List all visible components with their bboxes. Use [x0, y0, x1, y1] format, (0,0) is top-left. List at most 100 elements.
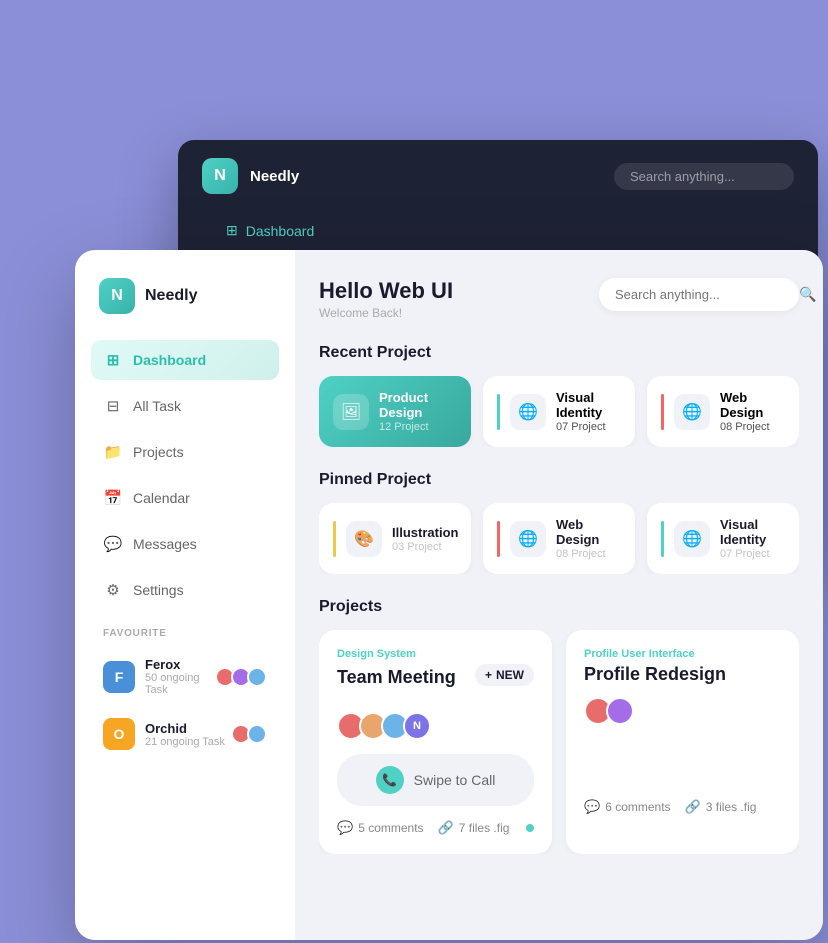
product-design-count: 12 Project: [379, 421, 457, 433]
pinned-web-design-info: Web Design 08 Project: [556, 517, 621, 560]
pr-files-stat: 🔗 3 files .fig: [685, 799, 757, 815]
comments-count: 5 comments: [358, 821, 423, 835]
pr-comment-icon: 💬: [584, 799, 600, 815]
nav-label-alltask: All Task: [133, 398, 181, 414]
brand-name: Needly: [145, 287, 197, 305]
team-meeting-title: Team Meeting: [337, 667, 456, 688]
sidebar-item-dashboard[interactable]: ⊞ Dashboard: [91, 340, 279, 380]
pr-avatar-2: [606, 697, 634, 725]
pr-files-count: 3 files .fig: [706, 800, 757, 814]
web-design-icon: 🌐: [674, 394, 710, 430]
sidebar-logo: N Needly: [91, 278, 279, 314]
product-design-icon: 🖼: [333, 394, 369, 430]
swipe-to-call[interactable]: 📞 Swipe to Call: [337, 754, 534, 806]
recent-projects-title: Recent Project: [319, 344, 799, 362]
ferox-team-avatars: [219, 667, 267, 687]
illustration-accent: [333, 521, 336, 557]
bg-search: Search anything...: [614, 163, 794, 190]
sidebar-item-messages[interactable]: 💬 Messages: [91, 524, 279, 564]
search-icon: 🔍: [799, 286, 816, 303]
profile-redesign-footer: 💬 6 comments 🔗 3 files .fig: [584, 799, 781, 815]
orchid-name: Orchid: [145, 721, 225, 736]
pr-comments-count: 6 comments: [605, 800, 670, 814]
projects-grid: Design System Team Meeting + NEW N 📞: [319, 630, 799, 854]
visual-identity-name: Visual Identity: [556, 390, 621, 420]
illustration-icon: 🎨: [346, 521, 382, 557]
project-card-product-design[interactable]: 🖼 Product Design 12 Project: [319, 376, 471, 447]
ferox-name: Ferox: [145, 657, 209, 672]
page-subtitle: Welcome Back!: [319, 306, 453, 320]
pinned-web-design[interactable]: 🌐 Web Design 08 Project: [483, 503, 635, 574]
plus-icon: +: [485, 668, 492, 682]
pinned-web-design-accent: [497, 521, 500, 557]
profile-redesign-card[interactable]: Profile User Interface Profile Redesign …: [566, 630, 799, 854]
pinned-visual-identity-accent: [661, 521, 664, 557]
pr-file-icon: 🔗: [685, 799, 701, 815]
search-input[interactable]: [615, 287, 791, 302]
visual-identity-accent: [497, 394, 500, 430]
sidebar-item-alltask[interactable]: ⊟ All Task: [91, 386, 279, 426]
orchid-avatar: O: [103, 718, 135, 750]
web-design-count: 08 Project: [720, 421, 785, 433]
header-text: Hello Web UI Welcome Back!: [319, 278, 453, 320]
settings-icon: ⚙: [103, 580, 123, 600]
profile-redesign-category: Profile User Interface: [584, 648, 781, 660]
pinned-visual-identity-info: Visual Identity 07 Project: [720, 517, 785, 560]
web-design-name: Web Design: [720, 390, 785, 420]
nav-label-dashboard: Dashboard: [133, 352, 206, 368]
illustration-name: Illustration: [392, 525, 457, 540]
orchid-info: Orchid 21 ongoing Task: [145, 721, 225, 748]
bg-logo: N: [202, 158, 238, 194]
new-button[interactable]: + NEW: [475, 664, 534, 686]
orchid-team-avatars: [235, 724, 267, 744]
product-design-name: Product Design: [379, 390, 457, 420]
visual-identity-icon: 🌐: [510, 394, 546, 430]
swipe-call-text: Swipe to Call: [414, 772, 496, 788]
project-card-visual-identity[interactable]: 🌐 Visual Identity 07 Project: [483, 376, 635, 447]
projects-icon: 📁: [103, 442, 123, 462]
nav-label-messages: Messages: [133, 536, 197, 552]
favourite-orchid[interactable]: O Orchid 21 ongoing Task: [91, 710, 279, 758]
nav-label-settings: Settings: [133, 582, 184, 598]
pinned-visual-identity[interactable]: 🌐 Visual Identity 07 Project: [647, 503, 799, 574]
profile-redesign-avatars: [584, 697, 781, 725]
pinned-illustration[interactable]: 🎨 Illustration 03 Project: [319, 503, 471, 574]
project-card-web-design[interactable]: 🌐 Web Design 08 Project: [647, 376, 799, 447]
comment-icon: 💬: [337, 820, 353, 836]
sidebar-item-settings[interactable]: ⚙ Settings: [91, 570, 279, 610]
team-avatar: [247, 667, 267, 687]
pinned-visual-identity-icon: 🌐: [674, 521, 710, 557]
main-header: Hello Web UI Welcome Back! 🔍: [319, 278, 799, 320]
logo-icon: N: [99, 278, 135, 314]
section-label-favourite: FAVOURITE: [91, 616, 279, 643]
call-icon: 📞: [376, 766, 404, 794]
web-design-info: Web Design 08 Project: [720, 390, 785, 433]
pr-comments-stat: 💬 6 comments: [584, 799, 671, 815]
team-meeting-card[interactable]: Design System Team Meeting + NEW N 📞: [319, 630, 552, 854]
sidebar-item-projects[interactable]: 📁 Projects: [91, 432, 279, 472]
illustration-count: 03 Project: [392, 541, 457, 553]
main-content: Hello Web UI Welcome Back! 🔍 Recent Proj…: [295, 250, 823, 940]
ferox-avatar: F: [103, 661, 135, 693]
pinned-projects-list: 🎨 Illustration 03 Project 🌐 Web Design 0…: [319, 503, 799, 574]
calendar-icon: 📅: [103, 488, 123, 508]
visual-identity-info: Visual Identity 07 Project: [556, 390, 621, 433]
search-bar[interactable]: 🔍: [599, 278, 799, 311]
files-stat: 🔗 7 files .fig: [438, 820, 510, 836]
comments-stat: 💬 5 comments: [337, 820, 424, 836]
team-avatar: [247, 724, 267, 744]
visual-identity-count: 07 Project: [556, 421, 621, 433]
file-icon: 🔗: [438, 820, 454, 836]
bg-nav-dashboard: ⊞ Dashboard: [202, 212, 794, 249]
sidebar-item-calendar[interactable]: 📅 Calendar: [91, 478, 279, 518]
profile-redesign-title: Profile Redesign: [584, 664, 781, 685]
ferox-tasks: 50 ongoing Task: [145, 672, 209, 696]
pinned-web-design-name: Web Design: [556, 517, 621, 547]
product-design-info: Product Design 12 Project: [379, 390, 457, 433]
avatar-letter: N: [403, 712, 431, 740]
orchid-tasks: 21 ongoing Task: [145, 736, 225, 748]
messages-icon: 💬: [103, 534, 123, 554]
projects-section-title: Projects: [319, 598, 799, 616]
team-meeting-avatars: N: [337, 712, 534, 740]
favourite-ferox[interactable]: F Ferox 50 ongoing Task: [91, 649, 279, 704]
